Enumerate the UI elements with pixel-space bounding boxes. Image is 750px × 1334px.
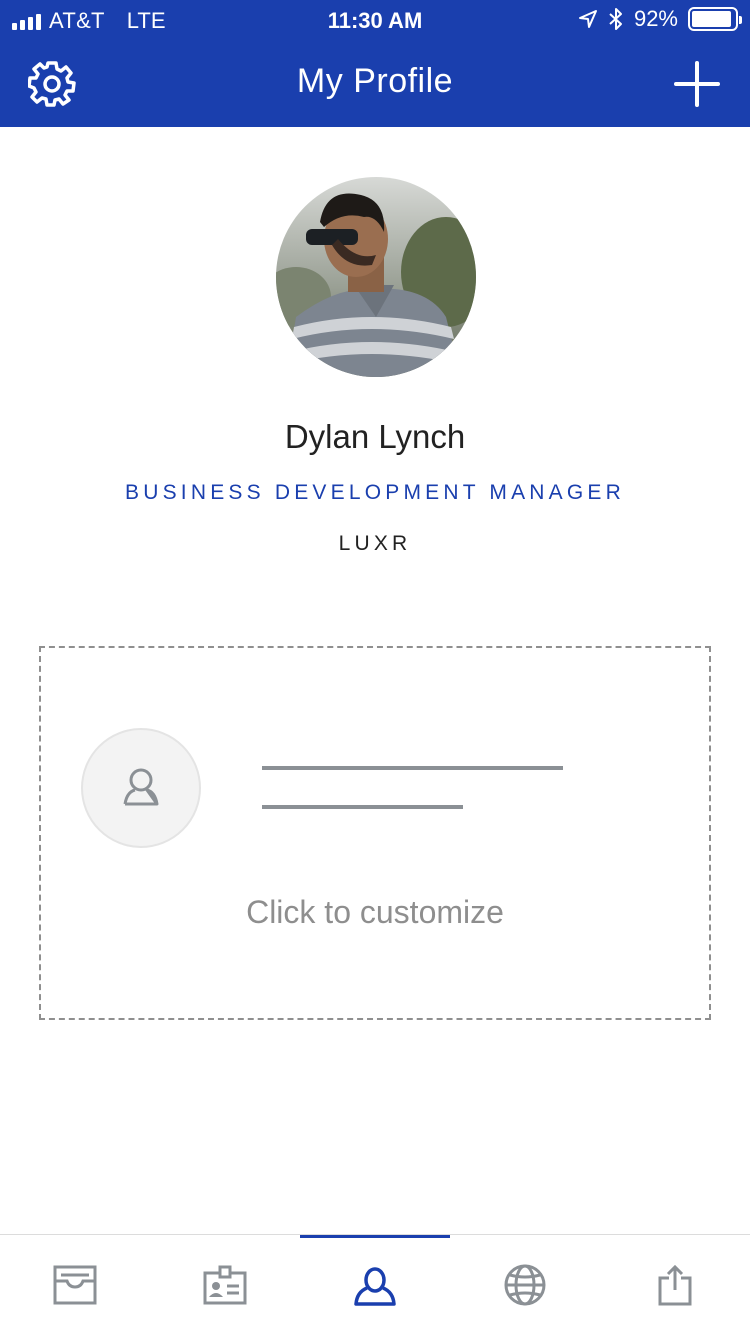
page-title: My Profile bbox=[296, 62, 454, 100]
battery-icon bbox=[688, 7, 742, 31]
battery-percent: 92% bbox=[633, 6, 678, 31]
placeholder-line bbox=[262, 805, 463, 809]
profile-job-title: BUSINESS DEVELOPMENT MANAGER bbox=[125, 481, 625, 504]
profile-icon bbox=[354, 1266, 396, 1306]
card-avatar-placeholder bbox=[81, 728, 201, 848]
customize-label: Click to customize bbox=[246, 894, 504, 930]
tab-inbox[interactable] bbox=[0, 1235, 150, 1334]
plus-icon bbox=[674, 61, 720, 107]
tab-explore[interactable] bbox=[450, 1235, 600, 1334]
tab-share[interactable] bbox=[600, 1235, 750, 1334]
profile-company: LUXR bbox=[338, 532, 412, 555]
bluetooth-icon bbox=[609, 8, 622, 30]
status-right: 92% bbox=[578, 6, 742, 32]
tab-profile[interactable] bbox=[300, 1235, 450, 1334]
header: AT&T LTE 11:30 AM 92% My Profile bbox=[0, 0, 750, 127]
globe-icon bbox=[504, 1264, 546, 1306]
battery-fill bbox=[692, 11, 731, 27]
location-arrow-icon bbox=[578, 10, 597, 28]
profile-photo[interactable] bbox=[276, 177, 476, 377]
tab-contacts[interactable] bbox=[150, 1235, 300, 1334]
placeholder-line bbox=[262, 766, 563, 770]
contact-card-icon bbox=[203, 1265, 247, 1305]
share-icon bbox=[658, 1264, 692, 1306]
tab-bar bbox=[0, 1234, 750, 1334]
profile-name: Dylan Lynch bbox=[284, 418, 466, 455]
add-button[interactable] bbox=[672, 59, 722, 109]
inbox-icon bbox=[53, 1265, 97, 1305]
customize-card[interactable]: Click to customize bbox=[39, 646, 711, 1020]
status-bar: AT&T LTE 11:30 AM 92% bbox=[0, 0, 750, 40]
person-icon bbox=[123, 768, 159, 806]
